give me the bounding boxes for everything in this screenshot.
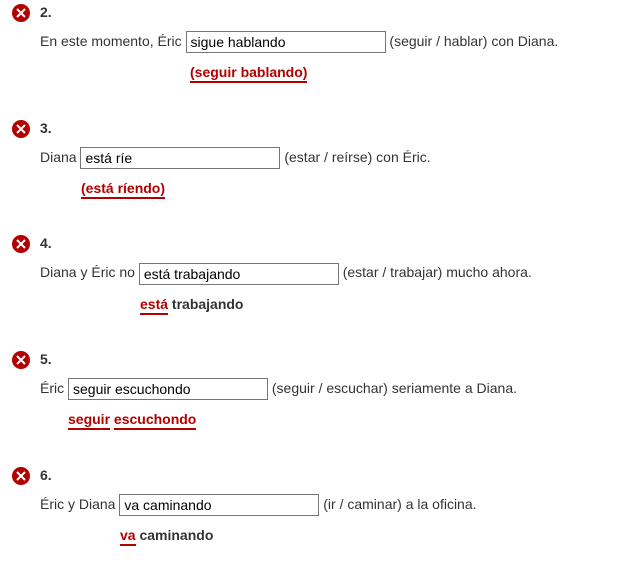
sentence-suffix: (seguir / hablar) con Diana. bbox=[386, 33, 559, 49]
correction-wrong-word: va bbox=[120, 527, 136, 546]
question-number: 6. bbox=[40, 467, 618, 483]
incorrect-icon bbox=[12, 120, 30, 138]
question-number: 2. bbox=[40, 4, 618, 20]
answer-input[interactable] bbox=[139, 263, 339, 285]
question-number: 3. bbox=[40, 120, 618, 136]
question-sentence: Diana (estar / reírse) con Éric. bbox=[40, 146, 618, 169]
answer-input[interactable] bbox=[68, 378, 268, 400]
sentence-prefix: Éric y Diana bbox=[40, 496, 119, 512]
question-sentence: Diana y Éric no (estar / trabajar) mucho… bbox=[40, 261, 618, 284]
correction-wrong-word: está bbox=[140, 296, 168, 315]
question-item: 2. En este momento, Éric (seguir / hablar… bbox=[12, 4, 618, 84]
correction-line: va caminando bbox=[40, 524, 618, 546]
correction-line: (seguir bablando) bbox=[40, 61, 618, 83]
answer-input[interactable] bbox=[80, 147, 280, 169]
answer-input[interactable] bbox=[119, 494, 319, 516]
correction-wrong-phrase: (seguir bablando) bbox=[190, 64, 307, 83]
incorrect-icon bbox=[12, 235, 30, 253]
question-item: 4. Diana y Éric no (estar / trabajar) muc… bbox=[12, 235, 618, 315]
question-item: 5. Éric (seguir / escuchar) seriamente a … bbox=[12, 351, 618, 431]
sentence-suffix: (seguir / escuchar) seriamente a Diana. bbox=[268, 380, 517, 396]
answer-input[interactable] bbox=[186, 31, 386, 53]
sentence-prefix: Éric bbox=[40, 380, 68, 396]
sentence-suffix: (ir / caminar) a la oficina. bbox=[319, 496, 476, 512]
correction-wrong-phrase: (está ríendo) bbox=[81, 180, 165, 199]
correction-line: (está ríendo) bbox=[40, 177, 618, 199]
correction-wrong-word: seguir bbox=[68, 411, 110, 430]
correction-line: está trabajando bbox=[40, 293, 618, 315]
incorrect-icon bbox=[12, 351, 30, 369]
question-sentence: En este momento, Éric (seguir / hablar) … bbox=[40, 30, 618, 53]
sentence-suffix: (estar / trabajar) mucho ahora. bbox=[339, 264, 532, 280]
question-sentence: Éric (seguir / escuchar) seriamente a Di… bbox=[40, 377, 618, 400]
incorrect-icon bbox=[12, 467, 30, 485]
sentence-prefix: En este momento, Éric bbox=[40, 33, 186, 49]
correction-line: seguir escuchondo bbox=[40, 408, 618, 430]
question-number: 4. bbox=[40, 235, 618, 251]
sentence-prefix: Diana y Éric no bbox=[40, 264, 139, 280]
incorrect-icon bbox=[12, 4, 30, 22]
question-number: 5. bbox=[40, 351, 618, 367]
correction-wrong-word: escuchondo bbox=[114, 411, 196, 430]
question-item: 6. Éric y Diana (ir / caminar) a la ofici… bbox=[12, 467, 618, 547]
correction-right-word: caminando bbox=[139, 527, 213, 543]
correction-right-word: trabajando bbox=[172, 296, 244, 312]
sentence-prefix: Diana bbox=[40, 149, 80, 165]
sentence-suffix: (estar / reírse) con Éric. bbox=[280, 149, 430, 165]
question-item: 3. Diana (estar / reírse) con Éric. (está … bbox=[12, 120, 618, 200]
question-sentence: Éric y Diana (ir / caminar) a la oficina… bbox=[40, 493, 618, 516]
